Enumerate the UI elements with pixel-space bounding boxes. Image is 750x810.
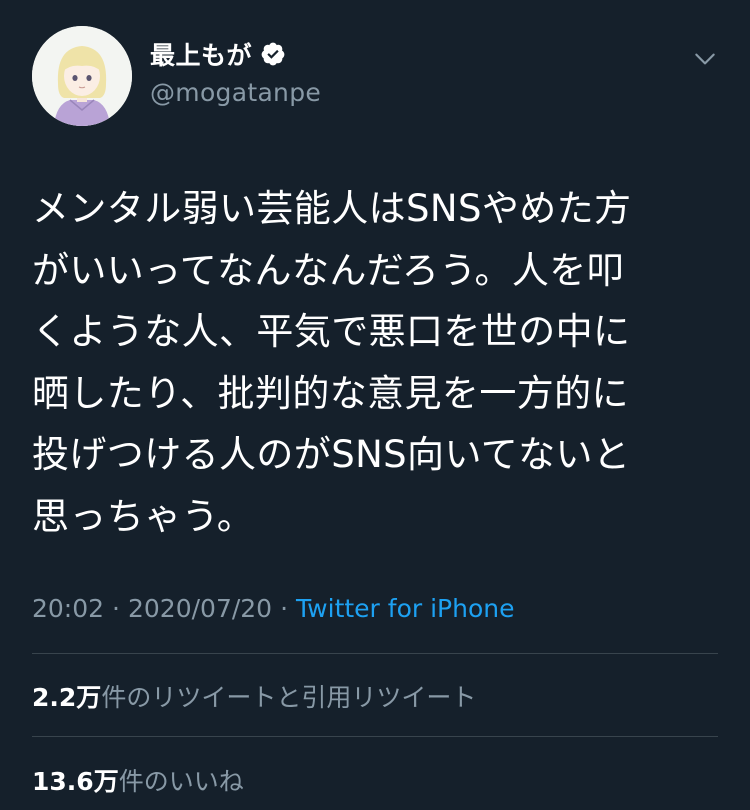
verified-badge-icon: [261, 42, 285, 66]
tweet-text: メンタル弱い芸能人はSNSやめた方 がいいってなんなんだろう。人を叩 くような人…: [32, 187, 632, 538]
meta-separator-2: ·: [280, 594, 289, 623]
avatar[interactable]: [32, 26, 132, 126]
user-handle[interactable]: @mogatanpe: [150, 78, 321, 107]
like-count-unit: 万: [93, 767, 119, 796]
retweet-count: 2.2: [32, 683, 77, 712]
retweet-label: 件のリツイートと引用リツイート: [101, 683, 477, 712]
user-info[interactable]: 最上もが @mogatanpe: [150, 36, 321, 107]
like-label: 件のいいね: [118, 767, 244, 796]
name-row: 最上もが: [150, 36, 321, 72]
tweet-time[interactable]: 20:02: [32, 594, 104, 623]
chevron-down-icon[interactable]: [692, 46, 718, 72]
tweet-header: 最上もが @mogatanpe: [32, 26, 732, 126]
avatar-image: [32, 26, 132, 126]
like-stats[interactable]: 13.6 万 件のいいね: [32, 762, 244, 798]
tweet-detail: 最上もが @mogatanpe メンタル弱い芸能人はSNSやめた方 がいいってな…: [0, 0, 750, 810]
retweet-stats[interactable]: 2.2 万 件のリツイートと引用リツイート: [32, 678, 476, 714]
display-name[interactable]: 最上もが: [150, 36, 252, 72]
like-count: 13.6: [32, 767, 94, 796]
tweet-meta: 20:02 · 2020/07/20 · Twitter for iPhone: [32, 594, 515, 623]
retweet-count-unit: 万: [76, 683, 102, 712]
tweet-source-link[interactable]: Twitter for iPhone: [296, 594, 514, 623]
divider: [32, 653, 718, 654]
tweet-date[interactable]: 2020/07/20: [128, 594, 272, 623]
meta-separator: ·: [112, 594, 120, 623]
divider: [32, 736, 718, 737]
